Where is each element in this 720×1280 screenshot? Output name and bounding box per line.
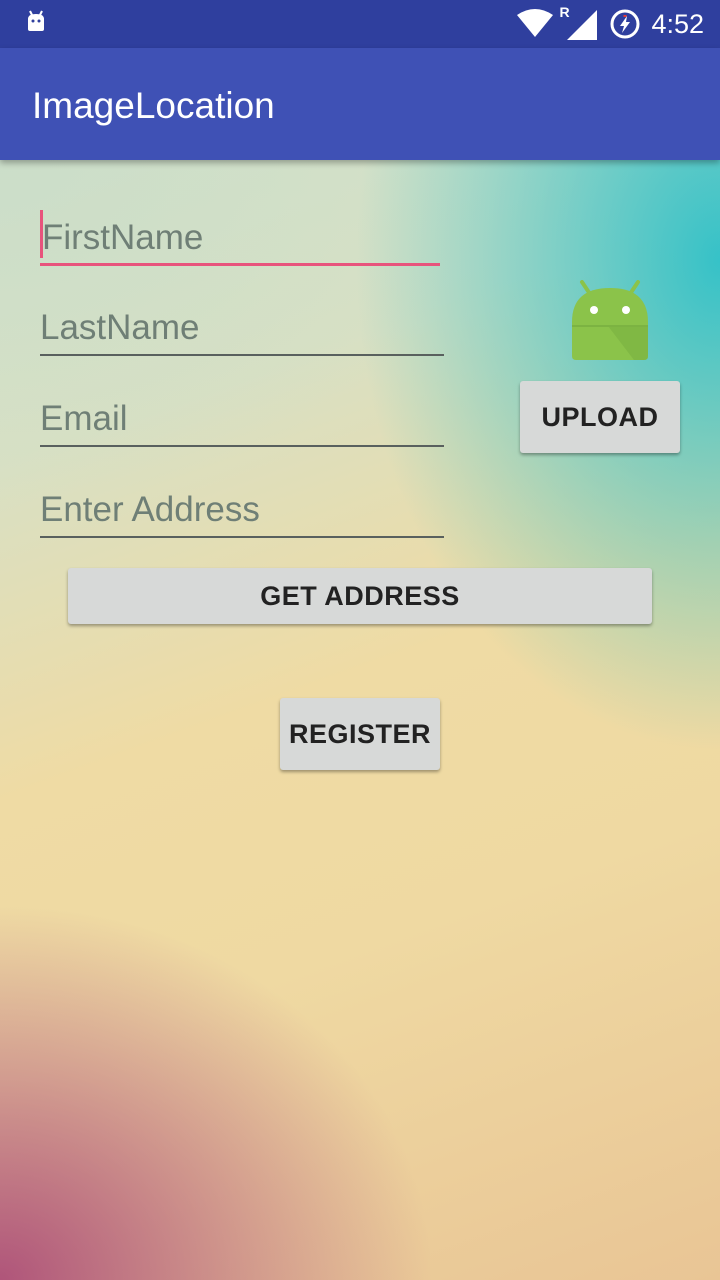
background: [0, 0, 720, 1280]
get-address-button[interactable]: GET ADDRESS: [68, 568, 652, 624]
email-underline: [40, 445, 444, 447]
last-name-underline: [40, 354, 444, 356]
first-name-input[interactable]: [40, 210, 446, 266]
android-robot-icon: [572, 280, 648, 360]
address-input[interactable]: [40, 482, 444, 538]
address-field[interactable]: [40, 482, 444, 538]
register-button[interactable]: REGISTER: [280, 698, 440, 770]
text-cursor: [40, 210, 43, 258]
wifi-icon: [517, 9, 554, 37]
email-input[interactable]: [40, 391, 444, 447]
battery-charging-icon: [610, 9, 640, 39]
signal-icon: R: [559, 4, 599, 42]
app-bar: ImageLocation: [0, 48, 720, 160]
first-name-underline: [40, 263, 440, 266]
last-name-input[interactable]: [40, 300, 444, 356]
android-debug-icon: [28, 10, 44, 31]
app-title: ImageLocation: [32, 85, 275, 126]
email-field[interactable]: [40, 391, 444, 447]
status-time: 4:52: [651, 8, 704, 39]
upload-button[interactable]: UPLOAD: [520, 381, 680, 453]
status-bar: R 4:52: [0, 0, 720, 48]
last-name-field[interactable]: [40, 300, 444, 356]
first-name-field[interactable]: [40, 210, 446, 266]
address-underline: [40, 536, 444, 538]
